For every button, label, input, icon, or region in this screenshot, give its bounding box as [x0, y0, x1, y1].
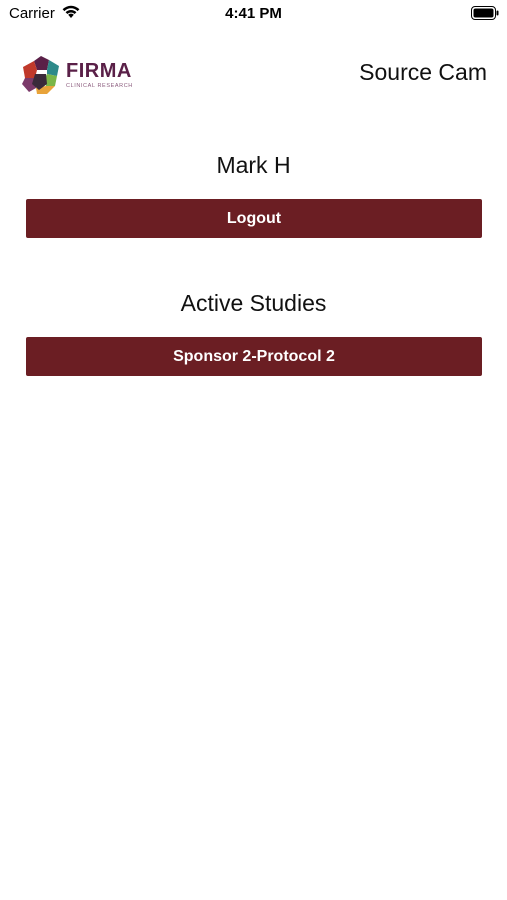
app-title: Source Cam — [359, 59, 487, 85]
logo-subtitle: CLINICAL RESEARCH — [66, 83, 133, 89]
user-name: Mark H — [216, 152, 291, 178]
study-button-sponsor-2-protocol-2[interactable]: Sponsor 2-Protocol 2 — [26, 337, 482, 376]
logo-wordmark: FIRMA — [66, 60, 132, 82]
active-studies-title: Active Studies — [180, 290, 327, 316]
status-time: 4:41 PM — [225, 5, 282, 22]
firma-logo: FIRMA CLINICAL RESEARCH — [19, 54, 141, 98]
battery-icon — [471, 6, 499, 20]
firma-logo-mark-icon — [22, 56, 59, 94]
logout-button[interactable]: Logout — [26, 199, 482, 238]
app-header: FIRMA CLINICAL RESEARCH Source Cam — [0, 50, 507, 100]
status-bar: Carrier 4:41 PM — [0, 0, 507, 28]
